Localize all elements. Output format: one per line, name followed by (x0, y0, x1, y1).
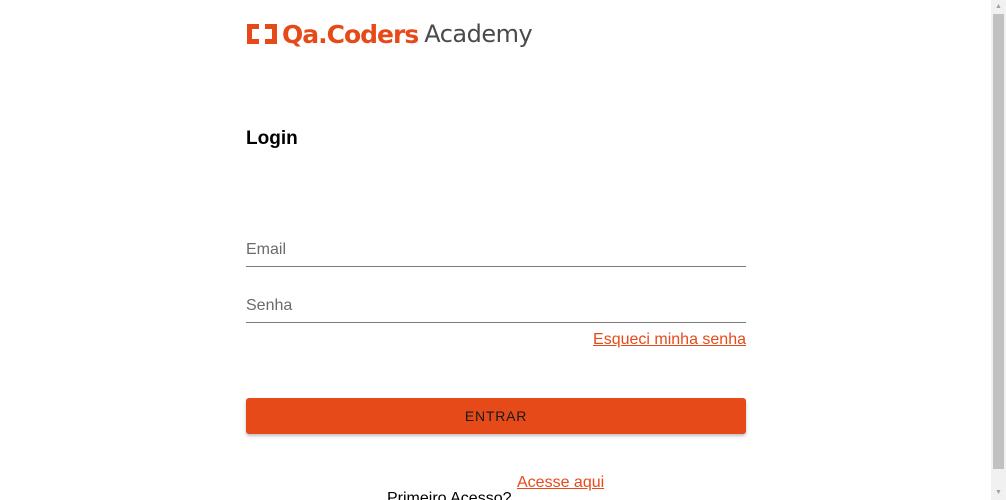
logo: Qa.Coders Academy (246, 18, 533, 50)
logo-brand-text: Qa.Coders (282, 19, 419, 49)
page-title: Login (246, 128, 298, 149)
password-field[interactable] (246, 289, 746, 322)
first-access-label: Primeiro Acesso? (387, 490, 512, 500)
scroll-up-arrow-icon[interactable]: ▲ (991, 1, 1006, 13)
password-field-container (246, 289, 746, 323)
forgot-password-link[interactable]: Esqueci minha senha (593, 331, 746, 349)
vertical-scrollbar[interactable]: ▲ ▼ (991, 0, 1006, 500)
qa-coders-logo-icon (247, 24, 277, 44)
scrollbar-thumb[interactable] (993, 14, 1004, 469)
email-field[interactable] (246, 233, 746, 266)
scroll-down-arrow-icon[interactable]: ▼ (991, 487, 1006, 499)
first-access-link[interactable]: Acesse aqui (517, 474, 604, 492)
email-field-container (246, 233, 746, 267)
submit-button[interactable]: ENTRAR (246, 398, 746, 434)
logo-suffix-text: Academy (424, 20, 533, 48)
login-page: Qa.Coders Academy Login Esqueci minha se… (0, 0, 1006, 500)
